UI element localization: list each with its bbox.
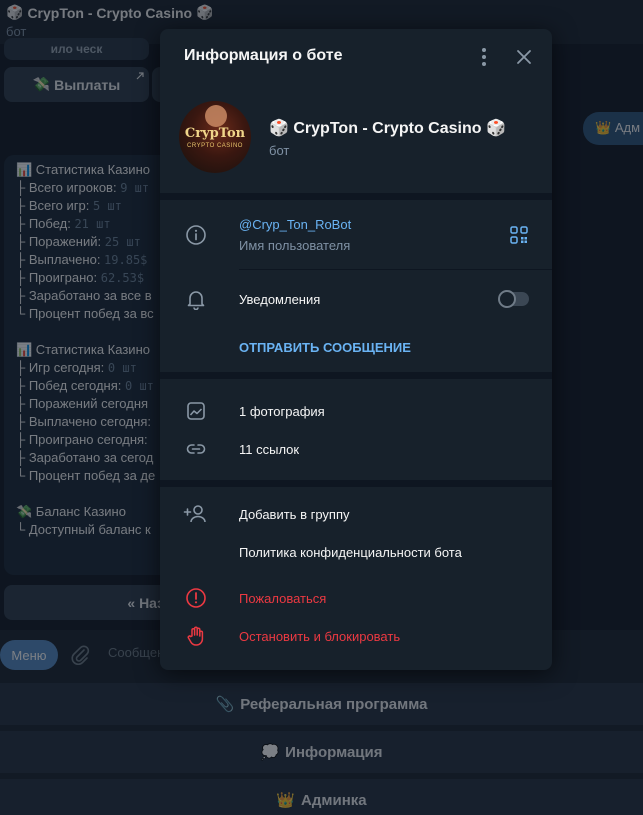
privacy-policy-row[interactable]: Политика конфиденциальности бота — [160, 534, 552, 570]
photos-label: 1 фотография — [239, 404, 325, 419]
message-line-text: ├ Побед сегодня: — [16, 378, 125, 393]
bot-profile: CrypTon CRYPTO CASINO 🎲 CrypTon - Crypto… — [160, 85, 552, 193]
arrow-up-right-icon — [136, 72, 144, 80]
chat-title: 🎲 CrypTon - Crypto Casino 🎲 — [6, 4, 637, 21]
message-line-text: 📊 Статистика Казино — [16, 162, 150, 177]
payouts-button-label: Выплаты — [54, 76, 121, 93]
notifications-label: Уведомления — [239, 292, 321, 307]
message-line-text: └ Доступный баланс к — [16, 522, 151, 537]
crown-emoji: 👑 — [276, 792, 296, 809]
message-line-text: ├ Заработано за все в — [16, 288, 152, 303]
information-button[interactable]: 💭 Информация — [0, 731, 643, 773]
message-line-text: ├ Поражений: — [16, 234, 105, 249]
menu-button[interactable]: Меню — [0, 640, 58, 670]
referral-program-label: Реферальная программа — [240, 695, 428, 713]
link-icon — [186, 444, 206, 454]
admin-panel-label: Админка — [301, 791, 367, 809]
message-line-value: 21 шт — [74, 217, 111, 231]
dialog-title: Информация о боте — [184, 47, 343, 64]
message-line-value: 25 шт — [104, 235, 141, 249]
message-line-text: ├ Всего игроков: — [16, 180, 121, 195]
message-line-value: 19.85$ — [104, 253, 148, 267]
partial-keyboard-button[interactable]: ило ческ — [4, 38, 149, 60]
section-separator — [160, 193, 552, 200]
chat-title-text: CrypTon - Crypto Casino — [27, 4, 193, 21]
payouts-button[interactable]: 💸 Выплаты — [4, 67, 149, 102]
information-label: Информация — [285, 743, 383, 761]
dice-emoji: 🎲 — [6, 4, 24, 20]
bell-icon — [187, 291, 205, 310]
crown-emoji: 👑 — [595, 120, 612, 135]
admin-pill-label: Адм — [614, 120, 641, 135]
dice-emoji: 🎲 — [269, 120, 289, 137]
report-label: Пожаловаться — [239, 591, 327, 606]
avatar-logo-text: CrypTon — [184, 126, 246, 141]
photos-row[interactable]: 1 фотография — [160, 393, 552, 429]
avatar[interactable]: CrypTon CRYPTO CASINO — [179, 101, 251, 173]
bot-status: бот — [269, 143, 290, 158]
message-line-value: 0 шт — [125, 379, 154, 393]
message-line-text: ├ Игр сегодня: — [16, 360, 108, 375]
send-message-button[interactable]: ОТПРАВИТЬ СООБЩЕНИЕ — [160, 329, 552, 365]
more-options-icon[interactable] — [474, 47, 494, 67]
hand-stop-icon — [187, 626, 204, 646]
add-to-group-row[interactable]: Добавить в группу — [160, 496, 552, 532]
bot-name-text: CrypTon - Crypto Casino — [293, 120, 482, 137]
notifications-row[interactable]: Уведомления — [160, 277, 552, 321]
row-divider — [239, 269, 552, 270]
section-separator — [160, 480, 552, 487]
stop-block-row[interactable]: Остановить и блокировать — [160, 618, 552, 654]
stop-block-label: Остановить и блокировать — [239, 629, 401, 644]
warning-icon — [186, 588, 206, 608]
dice-emoji: 🎲 — [485, 120, 506, 137]
dice-emoji: 🎲 — [196, 4, 214, 20]
qr-code-icon[interactable] — [510, 226, 528, 244]
paperclip-emoji: 📎 — [215, 696, 235, 713]
message-line-text: ├ Всего игр: — [16, 198, 93, 213]
username-row[interactable]: @Cryp_Ton_RoBot Имя пользователя — [160, 200, 552, 270]
message-line-text: ├ Заработано за сегод — [16, 450, 154, 465]
bot-name: 🎲 CrypTon - Crypto Casino 🎲 — [269, 118, 506, 138]
close-icon[interactable] — [514, 47, 534, 67]
message-line-text: └ Процент побед за вс — [16, 306, 154, 321]
info-icon — [186, 225, 206, 245]
referral-program-button[interactable]: 📎 Реферальная программа — [0, 683, 643, 725]
partial-button-label: ило ческ — [50, 42, 103, 56]
message-line-text: ├ Проиграно: — [16, 270, 101, 285]
send-message-label: ОТПРАВИТЬ СООБЩЕНИЕ — [239, 340, 411, 355]
message-line-value: 0 шт — [107, 361, 137, 375]
message-line-text: 📊 Статистика Казино — [16, 342, 150, 357]
admin-message-pill[interactable]: 👑 Адм — [583, 112, 643, 145]
username-value[interactable]: @Cryp_Ton_RoBot — [239, 217, 351, 232]
section-separator — [160, 372, 552, 379]
message-input[interactable]: Сообщен — [108, 645, 164, 660]
money-emoji: 💸 — [32, 76, 51, 92]
message-line-value: 5 шт — [92, 199, 122, 213]
message-line-text: ├ Побед: — [16, 216, 75, 231]
message-line-text: ├ Выплачено: — [16, 252, 105, 267]
message-line-value: 9 шт — [120, 181, 150, 195]
report-row[interactable]: Пожаловаться — [160, 580, 552, 616]
menu-button-label: Меню — [11, 647, 47, 663]
message-line-text: └ Процент побед за де — [16, 468, 156, 483]
message-line-text: ├ Поражений сегодня — [16, 396, 149, 411]
dialog-header: Информация о боте — [160, 29, 552, 85]
admin-panel-button[interactable]: 👑 Админка — [0, 779, 643, 815]
username-caption: Имя пользователя — [239, 238, 351, 253]
add-user-icon — [183, 505, 206, 523]
message-line-text: ├ Проиграно сегодня: — [16, 432, 148, 447]
bot-info-dialog: Информация о боте CrypTon CRYPTO CASINO … — [160, 29, 552, 670]
links-row[interactable]: 11 ссылок — [160, 431, 552, 467]
thought-bubble-emoji: 💭 — [260, 744, 280, 761]
message-line-text: 💸 Баланс Казино — [16, 504, 126, 519]
paperclip-icon[interactable] — [70, 644, 90, 666]
message-line-text: ├ Выплачено сегодня: — [16, 414, 151, 429]
add-to-group-label: Добавить в группу — [239, 507, 350, 522]
message-line-value: 62.53$ — [100, 271, 145, 285]
notifications-toggle[interactable] — [498, 290, 529, 308]
privacy-policy-label: Политика конфиденциальности бота — [239, 545, 462, 560]
photo-icon — [187, 402, 205, 420]
avatar-logo-subtext: CRYPTO CASINO — [187, 143, 243, 149]
links-label: 11 ссылок — [239, 442, 300, 457]
